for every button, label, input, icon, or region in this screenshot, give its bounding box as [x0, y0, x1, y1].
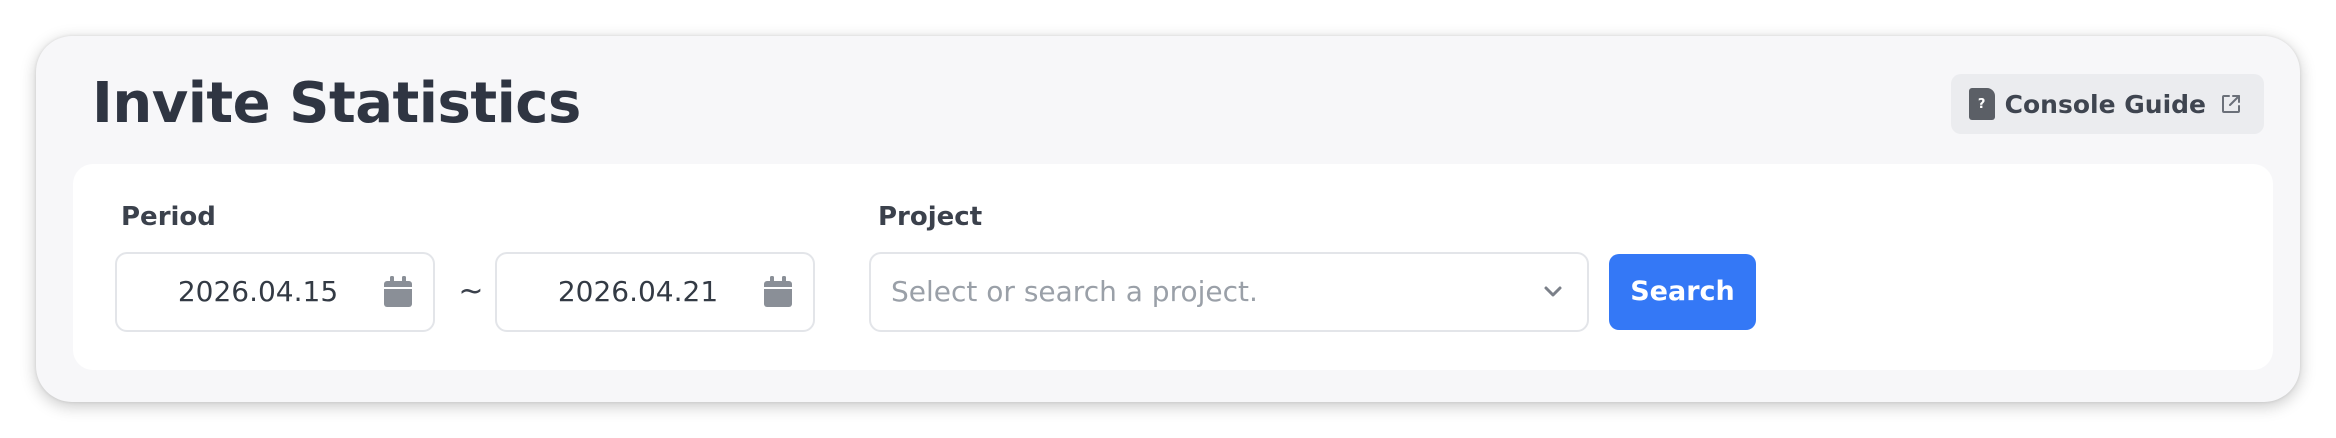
project-select-placeholder: Select or search a project.	[891, 275, 1258, 308]
help-document-icon: ?	[1968, 88, 1995, 120]
calendar-icon	[764, 276, 792, 307]
calendar-icon	[384, 276, 412, 307]
date-range-separator: ~	[458, 274, 484, 309]
console-guide-button[interactable]: ? Console Guide	[1950, 74, 2264, 134]
external-link-icon	[2222, 95, 2240, 113]
period-label: Period	[121, 202, 216, 232]
filter-panel: Period 2026.04.15 ~ 2026.04.21 Project S…	[73, 164, 2273, 370]
project-select[interactable]: Select or search a project.	[869, 252, 1589, 332]
start-date-value: 2026.04.15	[177, 275, 339, 308]
end-date-value: 2026.04.21	[557, 275, 719, 308]
invite-statistics-card: Invite Statistics ? Console Guide Period…	[36, 36, 2300, 402]
end-date-input[interactable]: 2026.04.21	[495, 252, 815, 332]
page-title: Invite Statistics	[92, 71, 581, 136]
console-guide-label: Console Guide	[2004, 89, 2206, 119]
search-button[interactable]: Search	[1609, 254, 1756, 330]
start-date-input[interactable]: 2026.04.15	[115, 252, 435, 332]
chevron-down-icon	[1544, 286, 1562, 297]
project-label: Project	[878, 202, 983, 232]
